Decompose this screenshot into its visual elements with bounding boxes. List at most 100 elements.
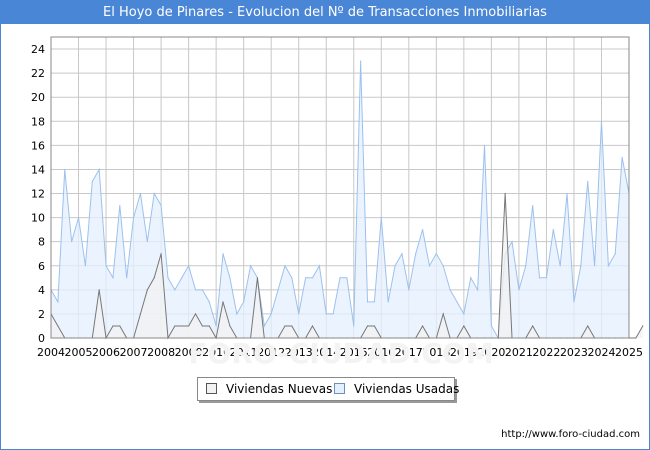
data-point-usadas xyxy=(181,277,183,279)
data-point-usadas xyxy=(387,301,389,303)
y-tick-label: 0 xyxy=(38,332,45,345)
data-point-usadas xyxy=(587,180,589,183)
data-point-nuevas xyxy=(442,313,444,315)
data-point-usadas xyxy=(483,144,486,146)
data-point-nuevas xyxy=(642,325,644,327)
data-point-usadas xyxy=(566,192,568,195)
data-point-usadas xyxy=(435,253,437,255)
data-point-usadas xyxy=(394,265,396,267)
data-point-nuevas xyxy=(256,277,259,279)
data-point-usadas xyxy=(463,313,465,315)
x-tick-label: 2007 xyxy=(120,346,148,359)
data-point-usadas xyxy=(353,325,355,327)
data-point-usadas xyxy=(132,217,135,219)
data-point-usadas xyxy=(559,265,561,267)
data-point-nuevas xyxy=(532,325,534,327)
data-point-usadas xyxy=(621,156,623,158)
legend-label-usadas: Viviendas Usadas xyxy=(354,382,460,396)
data-point-usadas xyxy=(167,277,169,279)
data-point-usadas xyxy=(518,289,520,291)
data-point-usadas xyxy=(236,313,238,315)
y-tick-label: 14 xyxy=(31,163,45,176)
data-point-usadas xyxy=(573,301,575,303)
data-point-usadas xyxy=(243,301,245,303)
data-point-nuevas xyxy=(119,325,121,327)
data-point-usadas xyxy=(215,325,217,327)
data-point-usadas xyxy=(318,265,320,267)
data-point-usadas xyxy=(105,265,107,267)
data-point-usadas xyxy=(201,289,203,291)
data-point-nuevas xyxy=(139,313,142,315)
data-point-usadas xyxy=(153,192,155,195)
data-point-usadas xyxy=(305,277,307,279)
data-point-usadas xyxy=(360,60,362,62)
data-point-usadas xyxy=(270,313,272,315)
data-point-usadas xyxy=(263,325,265,327)
data-point-usadas xyxy=(477,289,479,291)
data-point-usadas xyxy=(366,301,369,303)
data-point-nuevas xyxy=(98,289,100,291)
data-point-usadas xyxy=(614,253,616,255)
data-point-nuevas xyxy=(291,325,293,327)
data-point-usadas xyxy=(194,289,197,291)
legend-item-nuevas: Viviendas Nuevas xyxy=(206,378,332,400)
data-point-usadas xyxy=(511,241,513,243)
data-point-nuevas xyxy=(160,253,162,255)
data-point-usadas xyxy=(71,241,73,243)
data-point-nuevas xyxy=(463,325,465,327)
data-point-usadas xyxy=(57,301,59,303)
legend-item-usadas: Viviendas Usadas xyxy=(334,378,459,400)
data-point-usadas xyxy=(91,180,93,183)
data-point-nuevas xyxy=(421,325,424,327)
data-point-usadas xyxy=(401,253,403,255)
data-point-nuevas xyxy=(112,325,114,327)
data-point-usadas xyxy=(421,229,424,231)
y-tick-label: 6 xyxy=(38,260,45,273)
data-point-usadas xyxy=(229,277,231,279)
data-point-usadas xyxy=(552,229,554,231)
data-point-usadas xyxy=(249,265,252,267)
data-point-usadas xyxy=(174,289,176,291)
data-point-nuevas xyxy=(174,325,176,327)
legend-swatch-nuevas xyxy=(206,383,217,394)
x-tick-label: 2004 xyxy=(37,346,65,359)
data-point-usadas xyxy=(160,204,162,207)
data-point-usadas xyxy=(98,168,100,171)
data-point-usadas xyxy=(64,168,66,171)
data-point-nuevas xyxy=(587,325,589,327)
data-point-usadas xyxy=(525,265,527,267)
source-url: http://www.foro-ciudad.com xyxy=(501,429,640,440)
data-point-usadas xyxy=(428,265,431,267)
y-tick-label: 20 xyxy=(31,91,45,104)
data-point-usadas xyxy=(415,253,417,255)
legend-label-nuevas: Viviendas Nuevas xyxy=(226,382,333,396)
y-tick-label: 2 xyxy=(38,308,45,321)
legend: Viviendas Nuevas Viviendas Usadas xyxy=(197,377,459,401)
data-point-usadas xyxy=(291,277,293,279)
data-point-usadas xyxy=(222,253,224,255)
x-tick-label: 2006 xyxy=(92,346,120,359)
data-point-usadas xyxy=(456,301,458,303)
data-point-usadas xyxy=(84,265,86,267)
data-point-usadas xyxy=(490,325,492,327)
data-point-usadas xyxy=(311,277,314,279)
data-point-usadas xyxy=(77,217,80,219)
y-tick-label: 16 xyxy=(31,139,45,152)
data-point-usadas xyxy=(339,277,341,279)
data-point-nuevas xyxy=(208,325,210,327)
data-point-usadas xyxy=(126,277,128,279)
data-point-nuevas xyxy=(373,325,375,327)
data-point-nuevas xyxy=(201,325,203,327)
data-point-usadas xyxy=(188,265,190,267)
y-tick-label: 22 xyxy=(31,67,45,80)
x-tick-label: 2008 xyxy=(147,346,175,359)
data-point-usadas xyxy=(538,277,541,279)
data-point-usadas xyxy=(346,277,348,279)
data-point-usadas xyxy=(325,313,327,315)
data-point-nuevas xyxy=(504,192,506,195)
data-point-nuevas xyxy=(153,277,155,279)
x-tick-label: 2021 xyxy=(505,346,533,359)
data-point-usadas xyxy=(408,289,410,291)
data-point-usadas xyxy=(532,204,534,207)
data-point-nuevas xyxy=(181,325,183,327)
